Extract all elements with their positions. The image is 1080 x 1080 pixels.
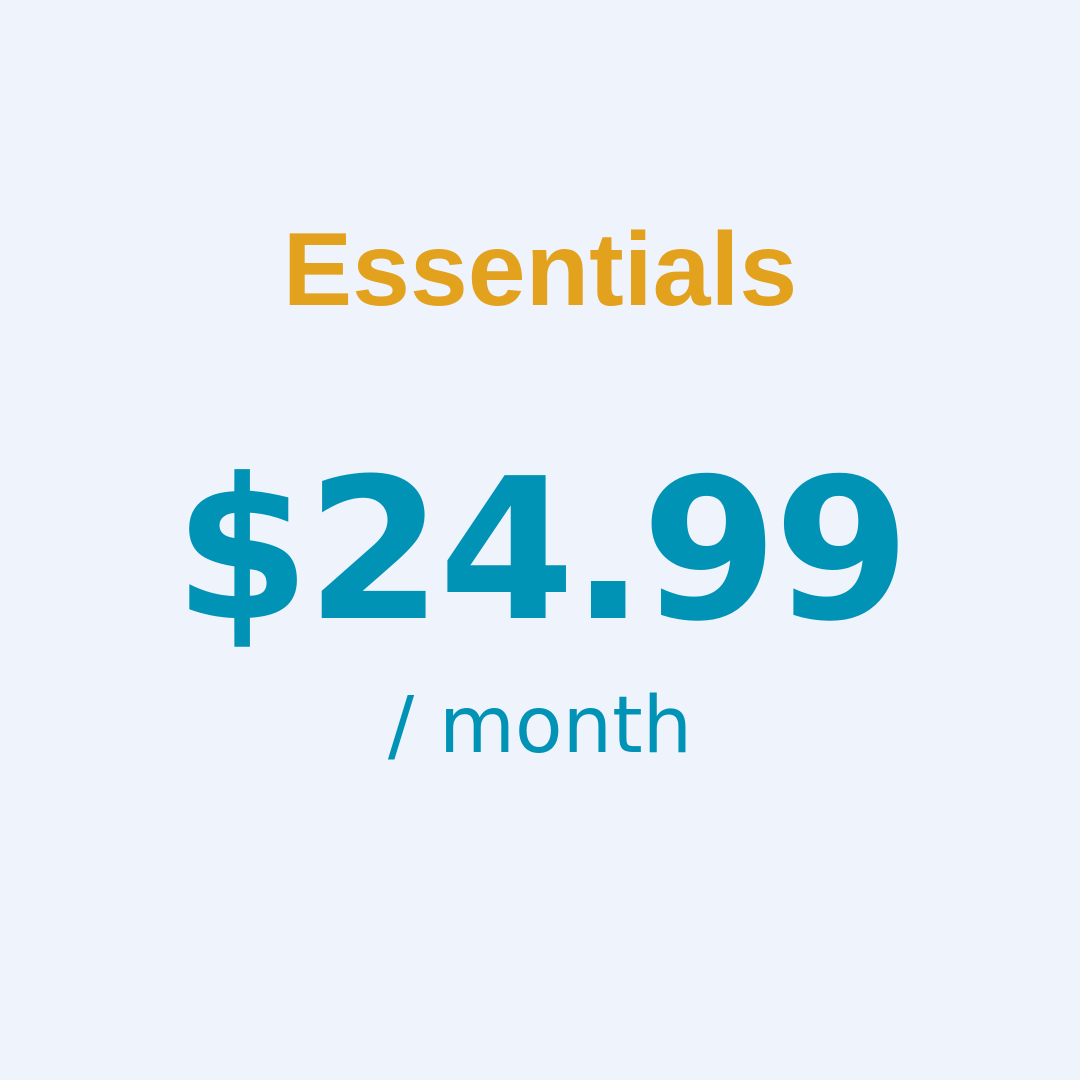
plan-name: Essentials — [282, 212, 798, 328]
billing-period: / month — [387, 681, 693, 771]
plan-price: $24.99 — [173, 437, 910, 665]
